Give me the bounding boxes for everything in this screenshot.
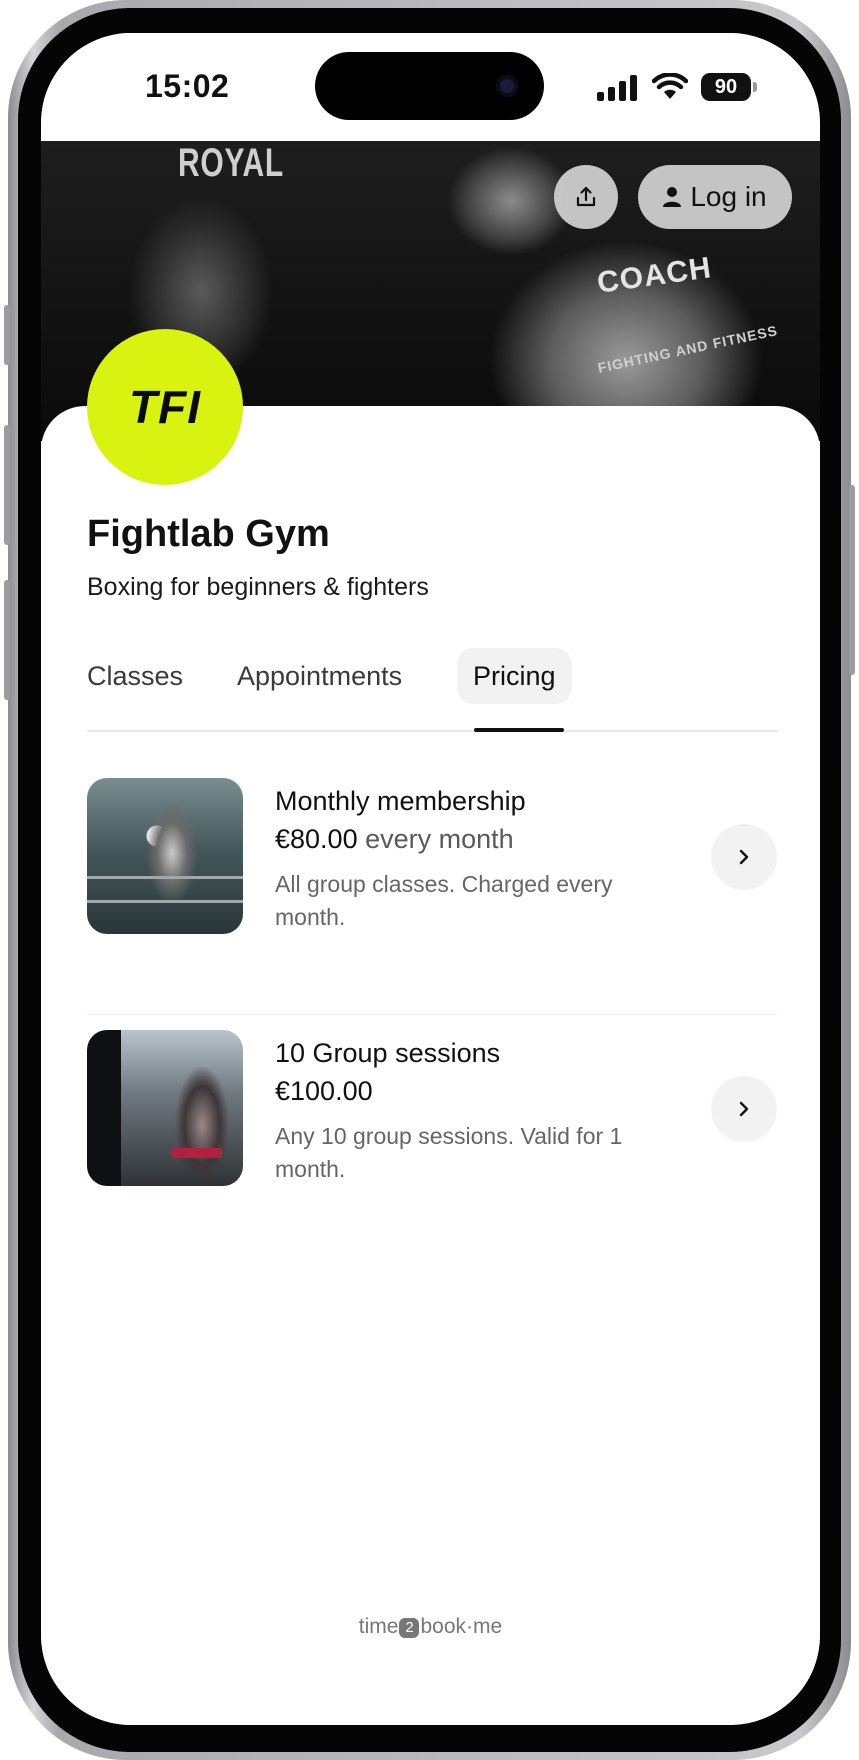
phone-side-button-action [4, 305, 10, 365]
pricing-item-monthly-membership[interactable]: Monthly membership €80.00 every month Al… [87, 778, 778, 938]
tab-pricing[interactable]: Pricing [457, 648, 572, 704]
ring-rope [87, 876, 243, 879]
status-time: 15:02 [145, 68, 230, 104]
phone-side-button-volume-up [4, 425, 10, 545]
user-icon [663, 187, 682, 207]
brand-badge: 2 [399, 1618, 420, 1638]
battery-level: 90 [701, 73, 751, 101]
price-amount: €80.00 [275, 824, 358, 854]
tab-bar: Classes Appointments Pricing [87, 648, 778, 732]
pricing-item-title: 10 Group sessions [275, 1038, 501, 1068]
price-period: every month [365, 824, 514, 854]
phone-side-button-power [849, 485, 855, 675]
pricing-item-description: Any 10 group sessions. Valid for 1 month… [275, 1123, 623, 1182]
chevron-right-icon [739, 1101, 749, 1117]
login-label: Log in [690, 181, 767, 212]
battery-tip [753, 82, 757, 92]
tfi-logo-icon: TFI [129, 382, 201, 432]
pricing-divider [87, 1014, 778, 1015]
phone-side-button-volume-down [4, 580, 10, 700]
wifi-icon [652, 73, 688, 99]
chevron-right-icon [739, 849, 749, 865]
phone-screen: 15:02 90 ROYAL COACH FIGHTING AND FITNES… [41, 33, 820, 1725]
camera-icon [496, 75, 518, 97]
thumbnail-waistband [172, 1148, 222, 1158]
gym-tagline: Boxing for beginners & fighters [87, 573, 429, 601]
tab-classes[interactable]: Classes [87, 648, 183, 704]
signal-icon [597, 75, 637, 101]
gym-name: Fightlab Gym [87, 513, 330, 555]
hero-fitness-text: FIGHTING AND FITNESS [596, 322, 780, 376]
pricing-item-price: €100.00 [275, 1076, 373, 1107]
hero-coach-text: COACH [595, 251, 714, 300]
battery-indicator: 90 [701, 73, 757, 101]
brand-right: book·me [420, 1615, 503, 1638]
pricing-item-price: €80.00 every month [275, 824, 514, 855]
punching-bag-thumbnail [87, 1030, 243, 1186]
footer-brand-logo[interactable]: time 2 book·me [41, 1615, 820, 1639]
share-icon [576, 186, 596, 207]
price-amount: €100.00 [275, 1076, 373, 1106]
boxing-ring-thumbnail [87, 778, 243, 934]
login-button[interactable]: Log in [638, 165, 792, 229]
ring-rope [87, 900, 243, 903]
tab-appointments[interactable]: Appointments [237, 648, 402, 704]
status-bar: 15:02 90 [41, 33, 820, 141]
pricing-item-open-button[interactable] [711, 1076, 777, 1142]
pricing-item-description: All group classes. Charged every month. [275, 871, 613, 930]
dynamic-island [315, 52, 544, 120]
active-tab-indicator [474, 728, 564, 732]
share-button[interactable] [554, 165, 618, 229]
pricing-item-title: Monthly membership [275, 786, 526, 816]
logo-text: TFI [129, 382, 201, 432]
brand-left: time [358, 1615, 399, 1638]
pricing-item-open-button[interactable] [711, 824, 777, 890]
gym-logo: TFI [87, 329, 243, 485]
pricing-item-group-sessions[interactable]: 10 Group sessions €100.00 Any 10 group s… [87, 1030, 778, 1190]
hero-bag-text: ROYAL [178, 141, 284, 185]
